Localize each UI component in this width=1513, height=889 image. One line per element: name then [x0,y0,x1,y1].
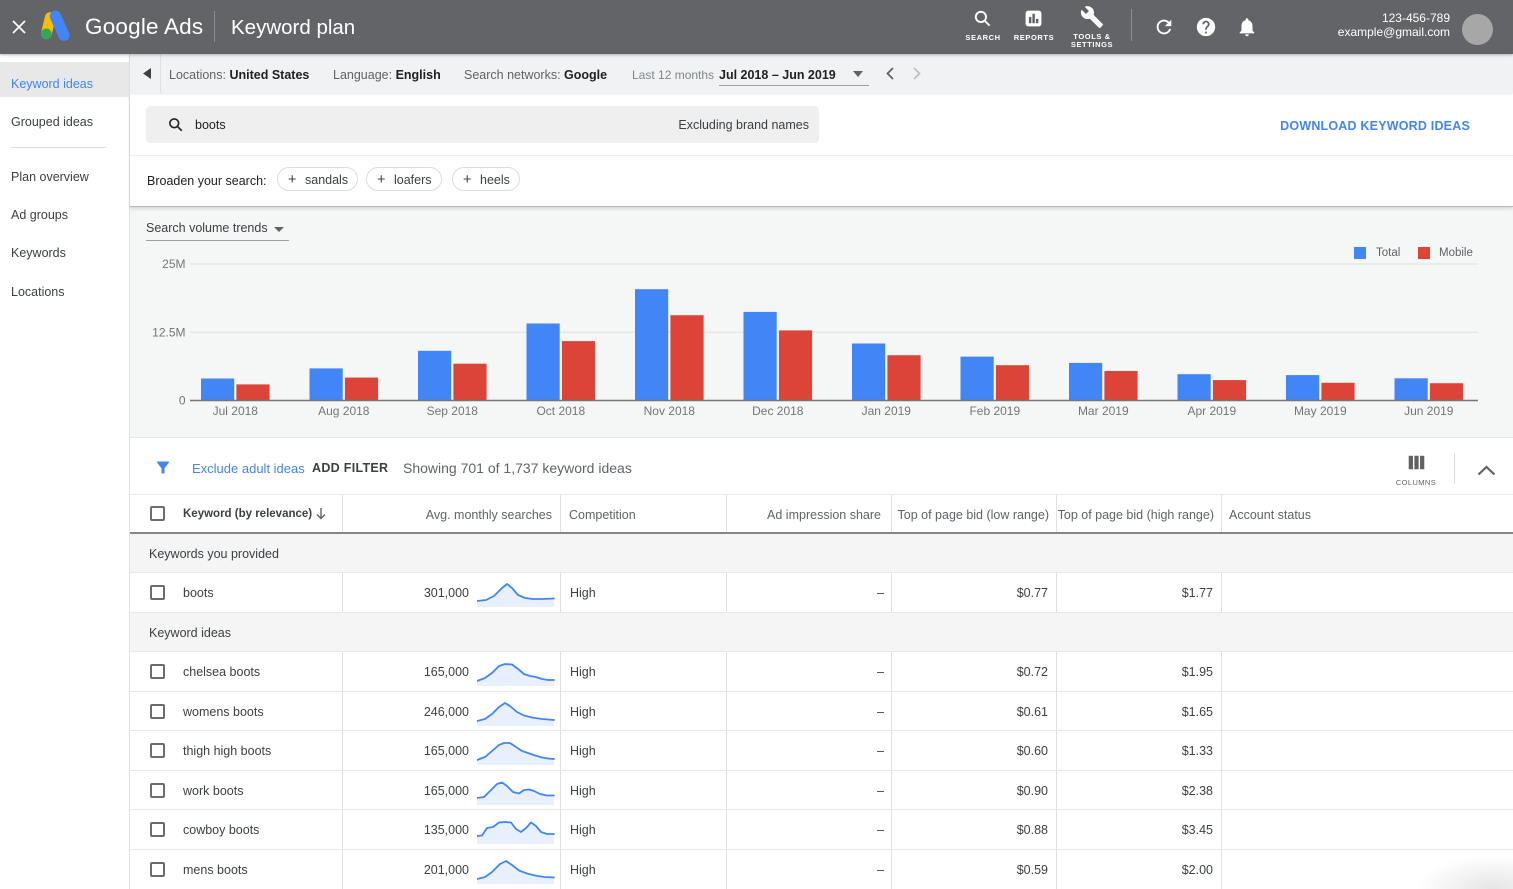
svg-text:May 2019: May 2019 [1294,404,1347,418]
svg-text:Sep 2018: Sep 2018 [427,404,479,418]
svg-text:Jun 2019: Jun 2019 [1404,404,1454,418]
svg-text:Aug 2018: Aug 2018 [318,404,370,418]
svg-text:25M: 25M [162,257,185,271]
svg-text:Oct 2018: Oct 2018 [536,404,585,418]
svg-text:12.5M: 12.5M [152,325,185,339]
svg-text:0: 0 [179,394,186,408]
svg-text:Jul 2018: Jul 2018 [213,404,259,418]
svg-text:Nov 2018: Nov 2018 [644,404,696,418]
svg-text:Mar 2019: Mar 2019 [1078,404,1129,418]
svg-text:Feb 2019: Feb 2019 [969,404,1020,418]
svg-text:Dec 2018: Dec 2018 [752,404,804,418]
svg-text:Jan 2019: Jan 2019 [862,404,912,418]
svg-text:Apr 2019: Apr 2019 [1187,404,1236,418]
